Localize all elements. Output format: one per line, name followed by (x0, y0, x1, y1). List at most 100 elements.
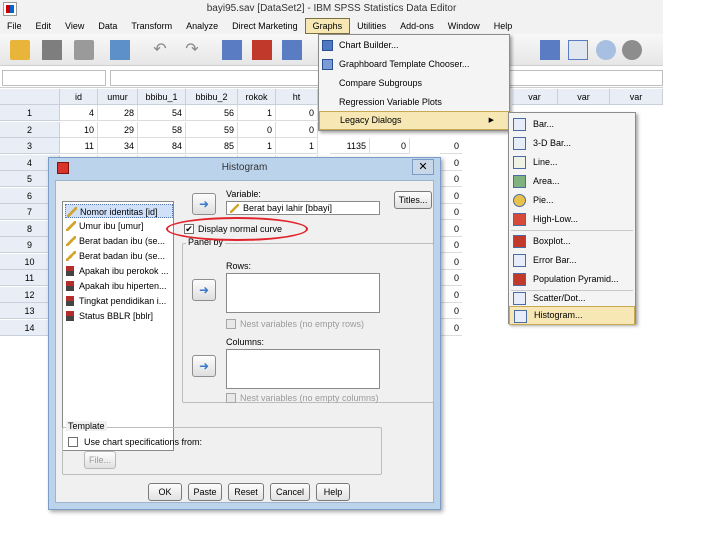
menu-utilities[interactable]: Utilities (350, 18, 393, 34)
nest-rows-checkbox[interactable] (226, 319, 236, 329)
goto-case-icon[interactable] (222, 40, 242, 60)
table-cell[interactable]: 0 (440, 155, 462, 171)
menu-help[interactable]: Help (487, 18, 520, 34)
list-item[interactable]: Berat badan ibu (se... (65, 234, 173, 248)
show-all-variables-icon[interactable] (622, 40, 642, 60)
table-cell[interactable]: 0 (440, 138, 462, 154)
reset-button[interactable]: Reset (228, 483, 264, 501)
titles-button[interactable]: Titles... (394, 191, 432, 209)
column-header-id[interactable]: id (60, 89, 98, 105)
list-item[interactable]: Apakah ibu hiperten... (65, 279, 173, 293)
row-header[interactable]: 1 (0, 105, 60, 121)
help-button[interactable]: Help (316, 483, 350, 501)
move-to-rows-button[interactable]: ➜ (192, 279, 216, 301)
table-cell[interactable]: 0 (440, 270, 462, 286)
columns-listbox[interactable] (226, 349, 380, 389)
table-cell[interactable]: 10 (60, 121, 98, 138)
menu-data[interactable]: Data (91, 18, 124, 34)
variables-icon[interactable] (282, 40, 302, 60)
menu-item-boxplot[interactable]: Boxplot... (509, 232, 635, 251)
cell-name-field[interactable] (2, 70, 106, 86)
menu-window[interactable]: Window (441, 18, 487, 34)
menu-item-line[interactable]: Line... (509, 153, 635, 172)
recall-dialog-icon[interactable] (110, 40, 130, 60)
use-sets-icon[interactable] (596, 40, 616, 60)
menu-analyze[interactable]: Analyze (179, 18, 225, 34)
table-cell[interactable]: 1135 (330, 138, 370, 154)
table-cell[interactable]: 0 (440, 171, 462, 187)
table-cell[interactable]: 0 (440, 303, 462, 319)
table-cell[interactable]: 0 (440, 237, 462, 253)
table-cell[interactable]: 56 (186, 105, 238, 121)
menu-item-legacy-dialogs[interactable]: Legacy Dialogs ▶ (319, 111, 509, 130)
save-icon[interactable] (42, 40, 62, 60)
table-cell[interactable]: 29 (98, 121, 138, 138)
list-item[interactable]: Berat badan ibu (se... (65, 249, 173, 263)
table-cell[interactable]: 0 (440, 254, 462, 270)
use-chart-spec-checkbox[interactable] (68, 437, 78, 447)
cancel-button[interactable]: Cancel (270, 483, 310, 501)
menu-item-regression-plots[interactable]: Regression Variable Plots (319, 93, 509, 112)
row-header[interactable]: 3 (0, 138, 60, 154)
table-cell[interactable]: 85 (186, 138, 238, 154)
move-to-variable-button[interactable]: ➜ (192, 193, 216, 215)
table-cell[interactable]: 0 (440, 204, 462, 220)
goto-variable-icon[interactable] (252, 40, 272, 60)
table-cell[interactable]: 28 (98, 105, 138, 121)
open-folder-icon[interactable] (10, 40, 30, 60)
menu-item-compare-subgroups[interactable]: Compare Subgroups (319, 74, 509, 93)
menu-transform[interactable]: Transform (124, 18, 179, 34)
column-header-var[interactable]: var (512, 89, 558, 105)
table-cell[interactable]: 54 (138, 105, 186, 121)
menu-edit[interactable]: Edit (29, 18, 59, 34)
undo-icon[interactable]: ↶ (150, 40, 170, 60)
column-header-var[interactable]: var (558, 89, 610, 105)
rows-listbox[interactable] (226, 273, 380, 313)
table-cell[interactable]: 0 (440, 287, 462, 303)
split-file-icon[interactable] (540, 40, 560, 60)
source-variable-list[interactable]: Nomor identitas [id] Umur ibu [umur] Ber… (62, 201, 174, 451)
value-labels-icon[interactable] (568, 40, 588, 60)
table-cell[interactable]: 0 (276, 105, 318, 121)
column-header-var[interactable]: var (610, 89, 663, 105)
paste-button[interactable]: Paste (188, 483, 222, 501)
menu-item-area[interactable]: Area... (509, 172, 635, 191)
menu-graphs[interactable]: Graphs (304, 18, 351, 34)
table-cell[interactable]: 34 (98, 138, 138, 154)
menu-view[interactable]: View (58, 18, 91, 34)
table-cell[interactable]: 59 (186, 121, 238, 138)
menu-item-chart-builder[interactable]: Chart Builder... (319, 36, 509, 55)
table-cell[interactable]: 84 (138, 138, 186, 154)
redo-icon[interactable]: ↷ (182, 40, 202, 60)
variable-field[interactable]: Berat bayi lahir [bbayi] (226, 201, 380, 215)
print-icon[interactable] (74, 40, 94, 60)
menu-item-population-pyramid[interactable]: Population Pyramid... (509, 270, 635, 289)
menu-add-ons[interactable]: Add-ons (393, 18, 441, 34)
table-cell[interactable]: 0 (440, 188, 462, 204)
column-header-rokok[interactable]: rokok (238, 89, 276, 105)
close-icon[interactable]: ✕ (412, 159, 434, 175)
table-cell[interactable]: 0 (276, 121, 318, 138)
menu-file[interactable]: File (0, 18, 29, 34)
column-header-bbibu-2[interactable]: bbibu_2 (186, 89, 238, 105)
table-cell[interactable]: 0 (370, 138, 410, 154)
list-item[interactable]: Tingkat pendidikan i... (65, 294, 173, 308)
menu-direct-marketing[interactable]: Direct Marketing (225, 18, 305, 34)
table-cell[interactable]: 1 (238, 105, 276, 121)
table-cell[interactable]: 58 (138, 121, 186, 138)
nest-columns-checkbox[interactable] (226, 393, 236, 403)
ok-button[interactable]: OK (148, 483, 182, 501)
menu-item-error-bar[interactable]: Error Bar... (509, 251, 635, 270)
table-cell[interactable]: 0 (238, 121, 276, 138)
table-cell[interactable]: 0 (440, 320, 462, 336)
list-item[interactable]: Status BBLR [bblr] (65, 309, 173, 323)
table-cell[interactable]: 1 (276, 138, 318, 154)
table-cell[interactable]: 4 (60, 105, 98, 121)
menu-item-3d-bar[interactable]: 3-D Bar... (509, 134, 635, 153)
table-cell[interactable]: 11 (60, 138, 98, 154)
column-header-umur[interactable]: umur (98, 89, 138, 105)
list-item[interactable]: Umur ibu [umur] (65, 219, 173, 233)
column-header-bbibu-1[interactable]: bbibu_1 (138, 89, 186, 105)
menu-item-histogram[interactable]: Histogram... (509, 306, 635, 325)
table-cell[interactable]: 1 (238, 138, 276, 154)
